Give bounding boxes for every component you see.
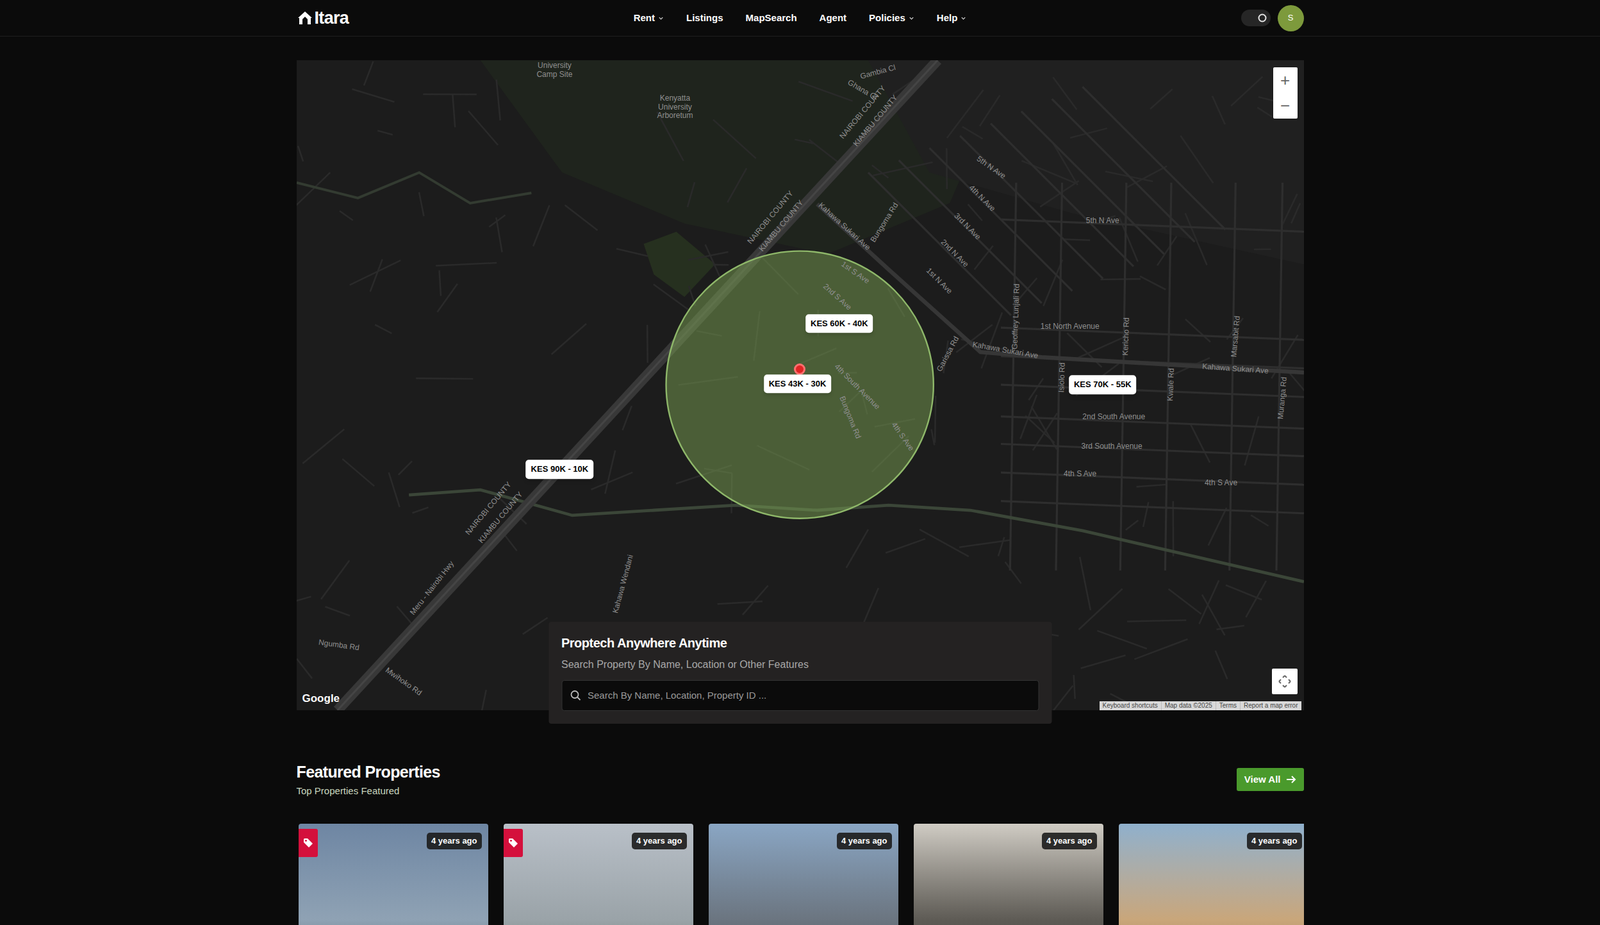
nav-item[interactable]: Policies bbox=[868, 10, 915, 26]
map-label: Ngumba Rd bbox=[318, 638, 361, 652]
nav-label: Help bbox=[936, 10, 958, 26]
nav-item[interactable]: MapSearch bbox=[745, 10, 798, 26]
nav-right: S bbox=[1241, 5, 1304, 32]
price-pin[interactable]: KES 43K - 30K bbox=[763, 374, 832, 394]
price-pin[interactable]: KES 90K - 10K bbox=[526, 460, 594, 480]
chevron-down-icon bbox=[908, 15, 915, 22]
map[interactable]: UniversityCamp SiteKenyattaUniversityArb… bbox=[296, 60, 1304, 710]
property-cards: 4 years ago 4 years ago 4 years ago 4 years… bbox=[296, 823, 1304, 925]
fullscreen-icon bbox=[1277, 674, 1292, 689]
tag-icon bbox=[303, 837, 314, 848]
nav-item[interactable]: Agent bbox=[819, 10, 848, 26]
map-label: Geoffrey Lunjali Rd bbox=[1011, 283, 1022, 350]
attribution-link[interactable]: Keyboard shortcuts bbox=[1099, 701, 1162, 710]
featured-heading: Featured Properties Top Properties Featur… bbox=[296, 761, 441, 798]
map-label: 5th N Ave bbox=[1086, 216, 1120, 225]
search-field[interactable] bbox=[561, 679, 1039, 711]
search-card: Proptech Anywhere Anytime Search Property… bbox=[548, 621, 1052, 724]
time-badge: 4 years ago bbox=[426, 832, 482, 850]
zoom-in-button[interactable]: + bbox=[1273, 67, 1298, 93]
map-label: 1st North Avenue bbox=[1040, 322, 1100, 330]
nav-label: Rent bbox=[633, 10, 655, 26]
property-card[interactable]: 4 years ago bbox=[1118, 823, 1304, 925]
fullscreen-button[interactable] bbox=[1271, 668, 1298, 694]
time-badge: 4 years ago bbox=[1041, 832, 1097, 850]
attribution-link[interactable]: Report a map error bbox=[1239, 701, 1301, 710]
google-logo: Google bbox=[302, 690, 341, 707]
search-title: Proptech Anywhere Anytime bbox=[561, 634, 1039, 652]
nav-item[interactable]: Help bbox=[936, 10, 967, 26]
featured-tag bbox=[503, 828, 523, 857]
featured-title: Featured Properties bbox=[296, 761, 441, 782]
house-icon bbox=[296, 10, 314, 26]
map-label: Kwale Rd bbox=[1166, 367, 1176, 402]
property-card[interactable]: 4 years ago bbox=[503, 823, 694, 925]
map-label: 4th S Ave bbox=[1204, 478, 1238, 487]
map-label: Isiolo Rd bbox=[1057, 362, 1067, 393]
nav-label: Listings bbox=[686, 10, 724, 26]
tag-icon bbox=[508, 837, 519, 848]
nav-menu: Rent Listings MapSearch Agent Policies Help bbox=[633, 10, 967, 26]
map-label: 1st N Ave bbox=[925, 266, 955, 296]
view-all-label: View All bbox=[1244, 772, 1281, 787]
main-content: UniversityCamp SiteKenyattaUniversityArb… bbox=[296, 36, 1304, 925]
map-attribution: Keyboard shortcutsMap data ©2025TermsRep… bbox=[1099, 701, 1302, 710]
location-pin-icon[interactable] bbox=[793, 363, 806, 375]
featured-section: Featured Properties Top Properties Featur… bbox=[296, 761, 1304, 925]
search-icon bbox=[569, 689, 582, 702]
theme-circle-icon bbox=[1257, 12, 1268, 24]
search-subtitle: Search Property By Name, Location or Oth… bbox=[561, 657, 1039, 672]
logo-text: Itara bbox=[314, 9, 350, 27]
property-card[interactable]: 4 years ago bbox=[298, 823, 489, 925]
featured-tag bbox=[298, 828, 318, 857]
map-label: Kericho Rd bbox=[1121, 317, 1131, 356]
search-input[interactable] bbox=[587, 688, 1031, 703]
view-all-button[interactable]: View All bbox=[1236, 767, 1304, 791]
nav-label: MapSearch bbox=[745, 10, 798, 26]
logo[interactable]: Itara bbox=[296, 9, 350, 27]
user-avatar[interactable]: S bbox=[1277, 5, 1304, 32]
price-pin[interactable]: KES 70K - 55K bbox=[1068, 374, 1137, 395]
map-label: 2nd South Avenue bbox=[1082, 412, 1146, 421]
map-label: Kahawa Sukari Ave bbox=[1202, 362, 1269, 375]
map-label: University bbox=[658, 103, 693, 111]
nav-inner: Itara Rent Listings MapSearch Agent Policies H… bbox=[296, 0, 1304, 36]
nav-label: Agent bbox=[819, 10, 848, 26]
map-label: Marsabit Rd bbox=[1229, 315, 1242, 358]
map-label: 2nd N Ave bbox=[939, 237, 970, 268]
map-section: UniversityCamp SiteKenyattaUniversityArb… bbox=[296, 60, 1304, 710]
nav-item[interactable]: Rent bbox=[633, 10, 664, 26]
zoom-out-button[interactable]: − bbox=[1273, 92, 1298, 119]
time-badge: 4 years ago bbox=[1246, 832, 1303, 850]
attribution-link[interactable]: Terms bbox=[1215, 701, 1240, 710]
featured-subtitle: Top Properties Featured bbox=[296, 784, 441, 798]
featured-header: Featured Properties Top Properties Featur… bbox=[296, 761, 1304, 798]
chevron-down-icon bbox=[960, 15, 967, 22]
attribution-link[interactable]: Map data ©2025 bbox=[1161, 701, 1216, 710]
theme-toggle[interactable] bbox=[1241, 9, 1271, 27]
time-badge: 4 years ago bbox=[631, 832, 687, 850]
map-label: University bbox=[537, 61, 572, 70]
nav-label: Policies bbox=[868, 10, 906, 26]
property-card[interactable]: 4 years ago bbox=[708, 823, 899, 925]
map-label: 4th S Ave bbox=[1063, 469, 1097, 478]
property-card[interactable]: 4 years ago bbox=[913, 823, 1104, 925]
zoom-control: +− bbox=[1273, 67, 1298, 119]
map-label: Mwihoko Rd bbox=[383, 666, 423, 698]
time-badge: 4 years ago bbox=[836, 832, 892, 850]
map-label: Arboretum bbox=[656, 111, 693, 120]
top-nav: Itara Rent Listings MapSearch Agent Policies H… bbox=[0, 0, 1600, 37]
chevron-down-icon bbox=[658, 15, 664, 22]
map-label: 3rd South Avenue bbox=[1080, 442, 1142, 450]
map-label: Kahawa Wendani bbox=[611, 553, 635, 614]
map-label: Kenyatta bbox=[659, 94, 691, 102]
map-label: Camp Site bbox=[536, 70, 573, 79]
arrow-right-icon bbox=[1286, 774, 1297, 784]
price-pin[interactable]: KES 60K - 40K bbox=[805, 313, 874, 334]
nav-item[interactable]: Listings bbox=[686, 10, 724, 26]
